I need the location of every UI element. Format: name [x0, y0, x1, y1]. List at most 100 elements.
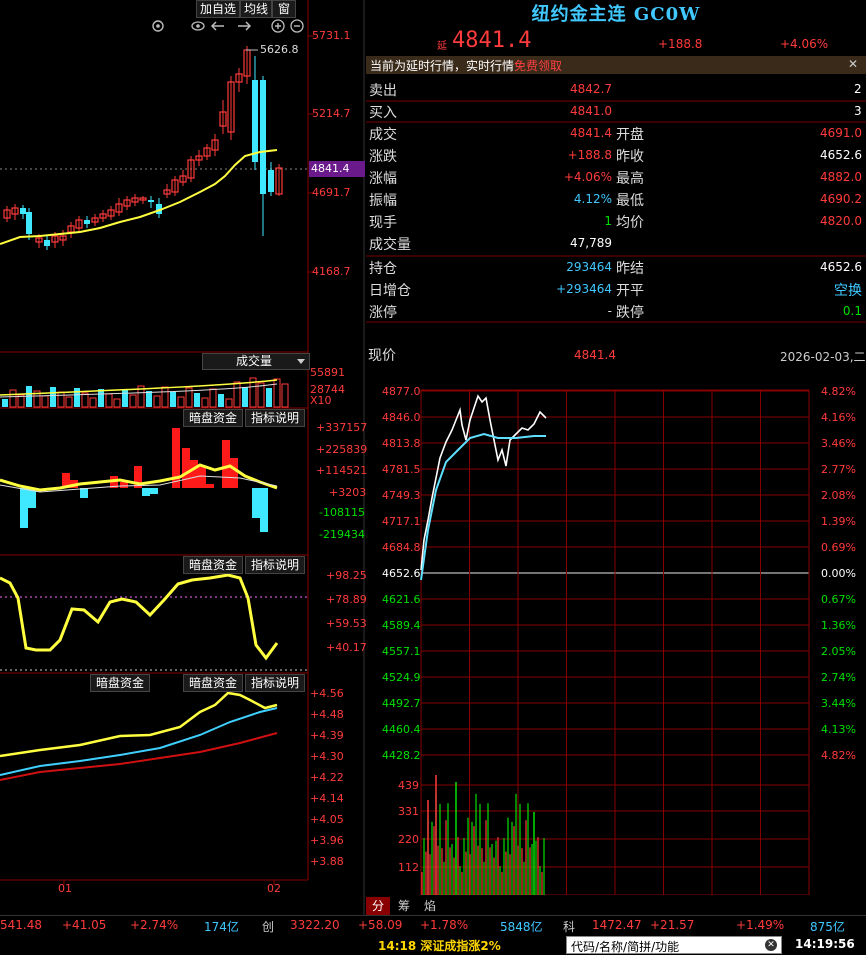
intraday-left-axis-label: 4813.8	[382, 437, 421, 450]
quote-row-value: +293464	[556, 282, 612, 296]
indicator3-help-button[interactable]: 指标说明	[245, 674, 305, 692]
indicator2-help-button[interactable]: 指标说明	[245, 556, 305, 574]
tab-chips[interactable]: 筹	[392, 897, 416, 915]
volume-selector[interactable]: 成交量	[202, 353, 310, 370]
kline-price-label: 5731.1	[312, 29, 351, 42]
kline-panel: 加自选 均线 窗 5731.1 5214.7 4841.4 4691.7 416…	[0, 0, 368, 915]
volume-label: 成交量	[236, 354, 273, 368]
quote-row-label2: 昨收	[616, 149, 644, 165]
quote-row-value: 47,789	[570, 236, 612, 250]
search-input[interactable]: 代码/名称/简拼/功能 ✕	[566, 936, 782, 954]
ind2-axis-label: +40.17	[326, 641, 367, 654]
ind2-axis-label: +78.89	[326, 593, 367, 606]
intraday-right-axis-label: 1.39%	[821, 515, 856, 528]
ind3-axis-label: +4.39	[310, 729, 344, 742]
vol-axis-label: 55891	[310, 366, 345, 379]
kline-price-label: 4168.7	[312, 265, 351, 278]
quote-row-label2: 最高	[616, 171, 644, 187]
intraday-left-axis-label: 4589.4	[382, 619, 421, 632]
indicator1-help-button[interactable]: 指标说明	[245, 409, 305, 427]
ticker-item: +58.09	[358, 918, 403, 932]
ticker-item: 3322.20	[290, 918, 340, 932]
quote-row-label2: 昨结	[616, 261, 644, 277]
intraday-vol-axis-label: 112	[398, 861, 419, 874]
intraday-right-axis-label: 4.13%	[821, 723, 856, 736]
clock: 14:19:56	[795, 937, 855, 951]
news-flash[interactable]: 14:18 深证成指涨2%	[378, 937, 501, 954]
indicator3-dark-fund-button[interactable]: 暗盘资金	[183, 674, 243, 692]
indicator1-dark-fund-button[interactable]: 暗盘资金	[183, 409, 243, 427]
intraday-price: 4841.4	[574, 348, 616, 362]
quote-row-value: 4.12%	[573, 192, 612, 206]
intraday-right-axis-label: 2.08%	[821, 489, 856, 502]
quote-row-value2: 4652.6	[820, 260, 862, 274]
sell-price: 4842.7	[570, 82, 612, 96]
quote-row-label2: 开平	[616, 283, 644, 299]
ticker-item: 174亿	[204, 920, 239, 934]
ind2-axis-label: +59.53	[326, 617, 367, 630]
indicator2-dark-fund-button[interactable]: 暗盘资金	[183, 556, 243, 574]
intraday-left-axis-label: 4846.0	[382, 411, 421, 424]
intraday-left-axis-label: 4557.1	[382, 645, 421, 658]
quote-row-label: 成交量	[369, 237, 411, 253]
date-label: 02	[267, 882, 281, 895]
intraday-left-axis-label: 4524.9	[382, 671, 421, 684]
quote-row-label2: 开盘	[616, 127, 644, 143]
quote-row-value2: 4652.6	[820, 148, 862, 162]
ind3-axis-label: +3.96	[310, 834, 344, 847]
intraday-right-axis-label: 2.74%	[821, 671, 856, 684]
intraday-right-axis-label: 0.00%	[821, 567, 856, 580]
intraday-right-axis-label: 1.36%	[821, 619, 856, 632]
intraday-avg-line	[420, 432, 546, 581]
intraday-right-axis-label: 3.46%	[821, 437, 856, 450]
intraday-chart[interactable]	[366, 380, 866, 895]
ind3-axis-label: +4.14	[310, 792, 344, 805]
buy-label: 买入	[369, 105, 397, 121]
date-label: 01	[58, 882, 72, 895]
ind3-axis-label: +4.22	[310, 771, 344, 784]
ticker-item: +2.74%	[130, 918, 179, 932]
index-ticker[interactable]: 541.48 +41.05 +2.74% 174亿 创 3322.20 +58.09 +1.7…	[0, 918, 866, 936]
intraday-label: 现价	[368, 348, 396, 364]
intraday-left-axis-label: 4492.7	[382, 697, 421, 710]
ind1-axis-label: +337157	[316, 421, 368, 434]
chevron-down-icon	[297, 359, 305, 364]
ind1-axis-label: -219434	[319, 528, 365, 541]
ind2-axis-label: +98.25	[326, 569, 367, 582]
quote-row-label: 涨停	[369, 305, 397, 321]
intraday-right-axis-label: 2.77%	[821, 463, 856, 476]
ticker-item: 541.48	[0, 918, 42, 932]
quote-row-label2: 均价	[616, 215, 644, 231]
search-placeholder: 代码/名称/简拼/功能	[571, 940, 680, 954]
quote-row-value2: 4691.0	[820, 126, 862, 140]
ticker-item: 创	[262, 920, 275, 934]
ind3-axis-label: +4.48	[310, 708, 344, 721]
quote-row-label: 涨跌	[369, 149, 397, 165]
ticker-item: 1472.47	[592, 918, 642, 932]
intraday-vol-axis-label: 331	[398, 805, 419, 818]
quote-panel: 纽约金主连 GC0W 延 4841.4 +188.8 +4.06% 当前为延时行…	[366, 0, 866, 915]
tab-flame[interactable]: 焰	[418, 897, 442, 915]
indicator3-dark-fund-tab[interactable]: 暗盘资金	[90, 674, 150, 692]
intraday-price-line	[420, 394, 547, 571]
intraday-left-axis-label: 4684.8	[382, 541, 421, 554]
kline-price-label: 5214.7	[312, 107, 351, 120]
quote-row-label: 日增仓	[369, 283, 411, 299]
ind3-axis-label: +4.05	[310, 813, 344, 826]
ind1-axis-label: +114521	[316, 464, 368, 477]
intraday-left-axis-label: 4460.4	[382, 723, 421, 736]
quote-row-value2: 4882.0	[820, 170, 862, 184]
ind3-axis-label: +4.56	[310, 687, 344, 700]
quote-row-value: +188.8	[567, 148, 612, 162]
ticker-item: +41.05	[62, 918, 107, 932]
tab-minute[interactable]: 分	[366, 897, 390, 915]
intraday-left-axis-label: 4428.2	[382, 749, 421, 762]
quote-row-value2: 4690.2	[820, 192, 862, 206]
intraday-left-axis-label: 4749.3	[382, 489, 421, 502]
buy-qty: 3	[854, 104, 862, 118]
kline-current-price: 4841.4	[309, 161, 365, 177]
search-icon[interactable]: ✕	[765, 939, 777, 951]
intraday-left-axis-label: 4781.5	[382, 463, 421, 476]
intraday-right-axis-label: 0.67%	[821, 593, 856, 606]
kline-peak-label: 5626.8	[260, 43, 299, 56]
